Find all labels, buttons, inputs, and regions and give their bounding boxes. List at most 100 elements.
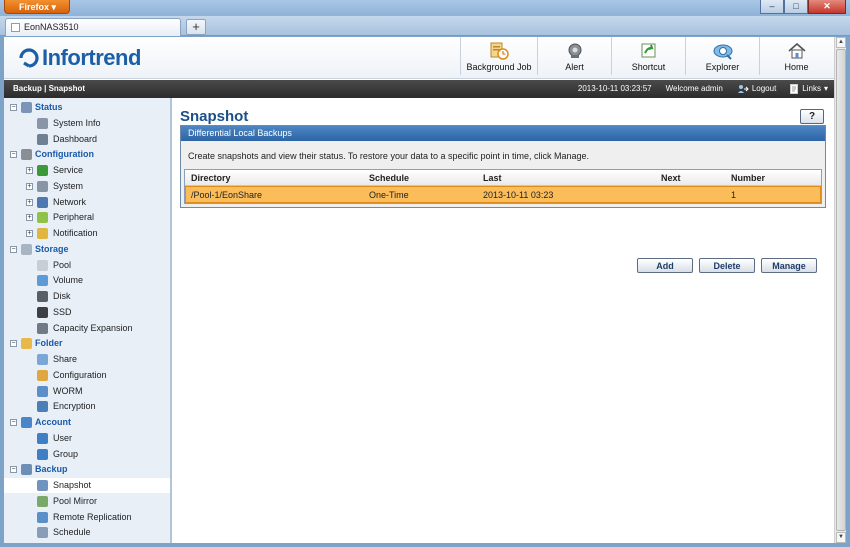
firefox-menu-button[interactable]: Firefox ▾ [4,0,70,14]
status-bar-right: 2013-10-11 03:23:57 Welcome admin Logout… [578,80,828,98]
sidebar-item-remote-replication[interactable]: Remote Replication [4,510,170,525]
column-header-last[interactable]: Last [483,170,502,186]
sidebar-item-label: Notification [53,228,98,238]
sidebar-item-group[interactable]: Group [4,447,170,462]
sidebar-item-ssd[interactable]: SSD [4,305,170,320]
column-header-number[interactable]: Number [731,170,765,186]
collapse-toggle-icon[interactable]: − [10,104,17,111]
column-header-next[interactable]: Next [661,170,681,186]
sidebar-item-schedule[interactable]: Schedule [4,525,170,540]
system-info-icon [37,117,48,129]
sidebar-item-label: Pool Mirror [53,495,98,506]
sidebar-group-folder[interactable]: − Folder [4,336,170,351]
sidebar-group-configuration[interactable]: − Configuration [4,147,170,162]
page-title: Snapshot [180,108,249,125]
scroll-down-arrow-icon[interactable]: ▼ [836,532,846,543]
maximize-button[interactable]: □ [784,0,808,14]
cell-number: 1 [731,190,737,200]
expand-toggle-icon[interactable]: + [26,214,33,222]
sidebar-item-dashboard[interactable]: Dashboard [4,132,170,147]
sidebar-item-service[interactable]: + Service [4,163,170,178]
explorer-button[interactable]: Explorer [685,37,759,75]
new-tab-button[interactable]: + [186,19,206,35]
expand-toggle-icon[interactable]: + [26,198,33,206]
sidebar-item-network[interactable]: + Network [4,195,170,210]
browser-tab-title: EonNAS3510 [24,22,79,32]
worm-icon [37,385,48,397]
help-button[interactable]: ? [800,109,824,124]
sidebar-item-system[interactable]: + System [4,179,170,194]
scrollbar-thumb[interactable] [836,49,846,531]
sidebar-item-worm[interactable]: WORM [4,384,170,399]
sidebar-item-pool-mirror[interactable]: Pool Mirror [4,494,170,509]
alert-button[interactable]: Alert [537,37,611,75]
home-button[interactable]: Home [759,37,833,75]
add-button[interactable]: Add [637,258,693,273]
table-row[interactable]: /Pool-1/EonShare One-Time 2013-10-11 03:… [185,186,821,203]
collapse-toggle-icon[interactable]: − [10,340,17,348]
alert-icon [568,43,581,58]
datetime-display: 2013-10-11 03:23:57 [577,84,652,93]
sidebar-item-snapshot[interactable]: Snapshot [4,478,170,493]
panel-title: Differential Local Backups [181,126,825,141]
sidebar-item-label: Snapshot [53,480,92,490]
sidebar-item-label: Schedule [53,527,91,538]
volume-icon [37,275,48,287]
explorer-icon [713,44,732,60]
browser-tab-bar: EonNAS3510 + [0,16,850,36]
browser-tab[interactable]: EonNAS3510 [5,18,181,36]
sidebar-item-label: Capacity Expansion [53,322,133,333]
sidebar-item-capacity-expansion[interactable]: Capacity Expansion [4,321,170,336]
links-icon [790,84,799,94]
logo-text: Infortrend [42,45,141,70]
snapshot-table: Directory Schedule Last Next Number /Poo… [184,169,822,204]
sidebar-item-volume[interactable]: Volume [4,273,170,288]
sidebar-item-pool[interactable]: Pool [4,258,170,273]
user-icon [37,432,48,444]
ssd-icon [37,306,48,318]
delete-button[interactable]: Delete [699,258,755,273]
links-menu[interactable]: Links ▾ [790,80,828,98]
sidebar-item-label: Service [53,165,84,175]
sidebar-item-label: Network [53,196,87,207]
expand-toggle-icon[interactable]: + [26,182,33,190]
minimize-button[interactable]: – [760,0,784,14]
service-icon [37,165,48,176]
sidebar-group-backup[interactable]: − Backup [4,462,170,477]
sidebar-group-status[interactable]: − Status [4,100,170,115]
column-header-schedule[interactable]: Schedule [369,170,409,186]
sidebar-item-label: Peripheral [53,212,95,223]
sidebar-item-label: System Info [53,117,101,128]
chevron-down-icon: ▾ [51,2,57,12]
shortcut-label: Shortcut [631,62,666,72]
sidebar-item-disk[interactable]: Disk [4,289,170,304]
collapse-toggle-icon[interactable]: − [10,245,17,253]
collapse-toggle-icon[interactable]: − [10,419,17,426]
sidebar-group-storage[interactable]: − Storage [4,242,170,257]
sidebar-item-peripheral[interactable]: + Peripheral [4,210,170,225]
folder-configuration-icon [37,369,48,381]
background-job-button[interactable]: Background Job [460,37,537,75]
sidebar-group-account[interactable]: − Account [4,415,170,430]
sidebar-item-notification[interactable]: + Notification [4,226,170,241]
sidebar-item-system-info[interactable]: System Info [4,116,170,131]
manage-button[interactable]: Manage [761,258,817,273]
home-icon [787,42,806,59]
sidebar-item-encryption[interactable]: Encryption [4,399,170,414]
sidebar-item-share[interactable]: Share [4,352,170,367]
vertical-scrollbar[interactable]: ▲ ▼ [834,37,846,543]
close-button[interactable]: ✕ [808,0,846,14]
logout-label: Logout [751,84,777,93]
sidebar-item-configuration[interactable]: Configuration [4,368,170,383]
logout-link[interactable]: Logout [737,80,776,98]
expand-toggle-icon[interactable]: + [26,167,33,174]
snapshot-icon [37,480,48,491]
sidebar-item-user[interactable]: User [4,431,170,446]
collapse-toggle-icon[interactable]: − [10,466,17,474]
collapse-toggle-icon[interactable]: − [10,151,17,159]
column-header-directory[interactable]: Directory [191,170,231,186]
shortcut-button[interactable]: Shortcut [611,37,685,75]
expand-toggle-icon[interactable]: + [26,230,33,237]
scroll-up-arrow-icon[interactable]: ▲ [836,37,846,48]
system-icon [37,180,48,192]
